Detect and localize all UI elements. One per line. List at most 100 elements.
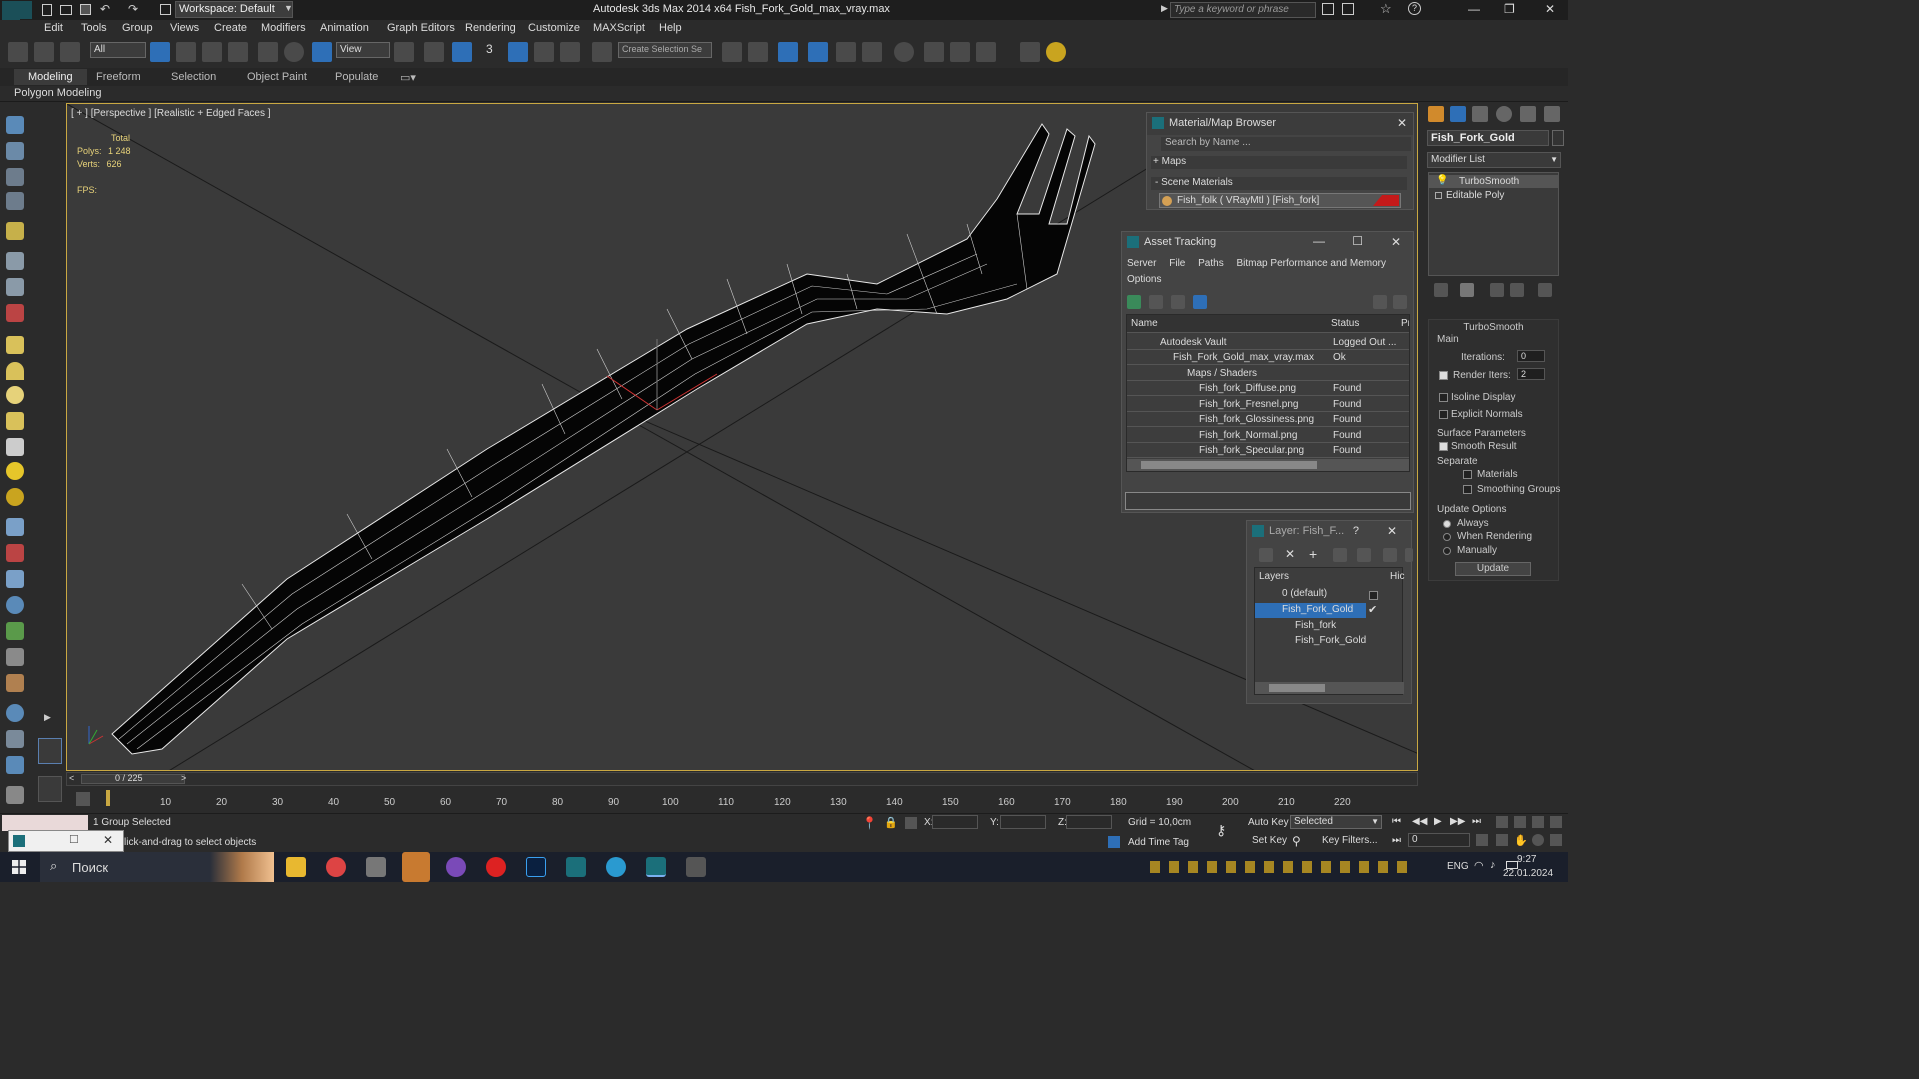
favorites-star-icon[interactable]: ☆ — [1380, 1, 1392, 17]
selection-filter-dropdown[interactable]: All — [90, 42, 146, 58]
close-icon[interactable]: ✕ — [1391, 235, 1401, 249]
helper-icon[interactable] — [6, 278, 24, 296]
refresh-icon[interactable] — [1127, 295, 1141, 309]
ribbon-toggle-icon[interactable] — [808, 42, 828, 62]
expand-icon[interactable] — [1435, 192, 1442, 199]
viewport-label[interactable]: [ + ] [Perspective ] [Realistic + Edged … — [71, 108, 271, 119]
minimize-icon[interactable]: — — [1313, 234, 1325, 248]
script-window-thumbnail[interactable]: ☐ ✕ — [8, 830, 124, 852]
restore-icon[interactable]: ❐ — [1504, 2, 1515, 16]
table-row[interactable]: Fish_fork_Diffuse.png Found — [1127, 381, 1409, 396]
modify-tab-icon[interactable] — [1450, 106, 1466, 122]
align-icon[interactable] — [748, 42, 768, 62]
absolute-mode-icon[interactable] — [905, 817, 917, 829]
update-button[interactable]: Update — [1455, 562, 1531, 576]
tab-selection[interactable]: Selection — [171, 71, 216, 83]
checkmark-icon[interactable]: ✔ — [1368, 603, 1377, 616]
clock-date[interactable]: 22.01.2024 — [1503, 868, 1553, 879]
hide-layer-icon[interactable] — [1357, 548, 1371, 562]
material-search-input[interactable]: Search by Name ... — [1161, 137, 1411, 151]
edit-named-selection-icon[interactable] — [592, 42, 612, 62]
mirror-icon[interactable] — [722, 42, 742, 62]
table-view-icon[interactable] — [1193, 295, 1207, 309]
keyword-search-input[interactable]: Type a keyword or phrase — [1170, 2, 1316, 18]
layer-tool-icon[interactable] — [1259, 548, 1273, 562]
explicit-normals-checkbox[interactable] — [1439, 410, 1448, 419]
tools-icon[interactable] — [1342, 3, 1354, 15]
expand-arrow-icon[interactable]: ▶ — [44, 712, 51, 723]
rollout-title[interactable]: TurboSmooth — [1429, 322, 1558, 333]
render-setup-icon[interactable] — [924, 42, 944, 62]
undo-icon[interactable]: ↶ — [100, 2, 110, 16]
other-app-icon[interactable] — [686, 857, 706, 877]
help-icon[interactable]: ? — [1353, 525, 1359, 537]
hierarchy-tab-icon[interactable] — [1472, 106, 1488, 122]
teapot-icon[interactable] — [6, 116, 24, 134]
time-slider[interactable]: < 0 / 225 > — [66, 772, 1418, 786]
menu-rendering[interactable]: Rendering — [465, 22, 516, 34]
layer-row[interactable]: Fish_Fork_Gold — [1255, 634, 1404, 649]
schematic-view-icon[interactable] — [862, 42, 882, 62]
lock-selection-icon[interactable]: 🔒 — [884, 816, 898, 829]
foliage-icon[interactable] — [6, 622, 24, 640]
layer-row[interactable]: 0 (default) — [1255, 587, 1404, 602]
zoom-all-icon[interactable] — [1514, 816, 1526, 828]
script-icon[interactable] — [6, 730, 24, 748]
key-mode-icon[interactable]: ⚷ — [1216, 822, 1226, 839]
table-row[interactable]: Fish_Fork_Gold_max_vray.max Ok — [1127, 350, 1409, 365]
auto-key-button[interactable]: Auto Key — [1248, 817, 1289, 828]
object-color-swatch[interactable] — [1552, 130, 1564, 146]
table-row[interactable]: Fish_fork_Normal.png Found — [1127, 428, 1409, 443]
ribbon-options-icon[interactable]: ▭▾ — [400, 71, 416, 84]
save-file-icon[interactable] — [80, 4, 91, 15]
remove-modifier-icon[interactable] — [1510, 283, 1524, 297]
always-radio[interactable] — [1443, 520, 1451, 528]
link-icon[interactable] — [8, 42, 28, 62]
smoothing-groups-checkbox[interactable] — [1463, 485, 1472, 494]
freeze-layer-icon[interactable] — [1383, 548, 1397, 562]
spacewarp-icon[interactable] — [6, 304, 24, 322]
dynamics-icon[interactable] — [6, 544, 24, 562]
menu-file[interactable]: File — [1169, 258, 1185, 269]
move-icon[interactable] — [258, 42, 278, 62]
settings-icon[interactable] — [1393, 295, 1407, 309]
layer-row[interactable]: Fish_fork — [1255, 619, 1404, 634]
angle-snap-icon[interactable] — [508, 42, 528, 62]
pivot-center-icon[interactable] — [394, 42, 414, 62]
camera-icon[interactable] — [6, 252, 24, 270]
redo-icon[interactable]: ↷ — [128, 2, 138, 16]
menu-server[interactable]: Server — [1127, 258, 1156, 269]
when-rendering-radio[interactable] — [1443, 533, 1451, 541]
prev-frame-icon[interactable]: < — [69, 773, 74, 783]
named-selection-dropdown[interactable]: Create Selection Se — [618, 42, 712, 58]
asset-tracking-header[interactable]: Asset Tracking — ☐ ✕ — [1122, 232, 1413, 254]
wifi-icon[interactable]: ◠ — [1474, 859, 1484, 872]
column-name[interactable]: Name — [1131, 318, 1158, 329]
file-explorer-icon[interactable] — [286, 857, 306, 877]
hold-icon[interactable] — [160, 4, 171, 15]
close-icon[interactable]: ✕ — [103, 833, 113, 847]
table-row[interactable]: Fish_fork_Glossiness.png Found — [1127, 412, 1409, 427]
menu-paths[interactable]: Paths — [1198, 258, 1224, 269]
material-browser-header[interactable]: Material/Map Browser ✕ — [1147, 113, 1413, 135]
spinner-snap-icon[interactable] — [560, 42, 580, 62]
3dsmax-icon[interactable] — [566, 857, 586, 877]
play-icon[interactable]: ▶ — [1434, 816, 1442, 827]
material-item[interactable]: Fish_folk ( VRayMtl ) [Fish_fork] — [1159, 193, 1401, 208]
vray-magnet-icon[interactable] — [1020, 42, 1040, 62]
field-of-view-icon[interactable] — [1496, 834, 1508, 846]
telegram-icon[interactable] — [402, 852, 430, 882]
rendered-frame-icon[interactable] — [950, 42, 970, 62]
menu-bitmap-performance[interactable]: Bitmap Performance and Memory — [1237, 258, 1387, 269]
scrollbar-thumb[interactable] — [1141, 461, 1317, 469]
menu-options[interactable]: Options — [1127, 274, 1161, 285]
column-layers[interactable]: Layers — [1259, 571, 1289, 582]
maximize-icon[interactable]: ☐ — [1352, 234, 1363, 248]
table-row[interactable]: Fish_fork_Fresnel.png Found — [1127, 397, 1409, 412]
search-expand-icon[interactable]: ▶ — [1161, 3, 1168, 14]
scrollbar-thumb[interactable] — [1269, 684, 1325, 692]
isolate-selection-icon[interactable]: 📍 — [862, 816, 877, 830]
detail-view-icon[interactable] — [1171, 295, 1185, 309]
material-editor-icon[interactable] — [894, 42, 914, 62]
scale-icon[interactable] — [312, 42, 332, 62]
